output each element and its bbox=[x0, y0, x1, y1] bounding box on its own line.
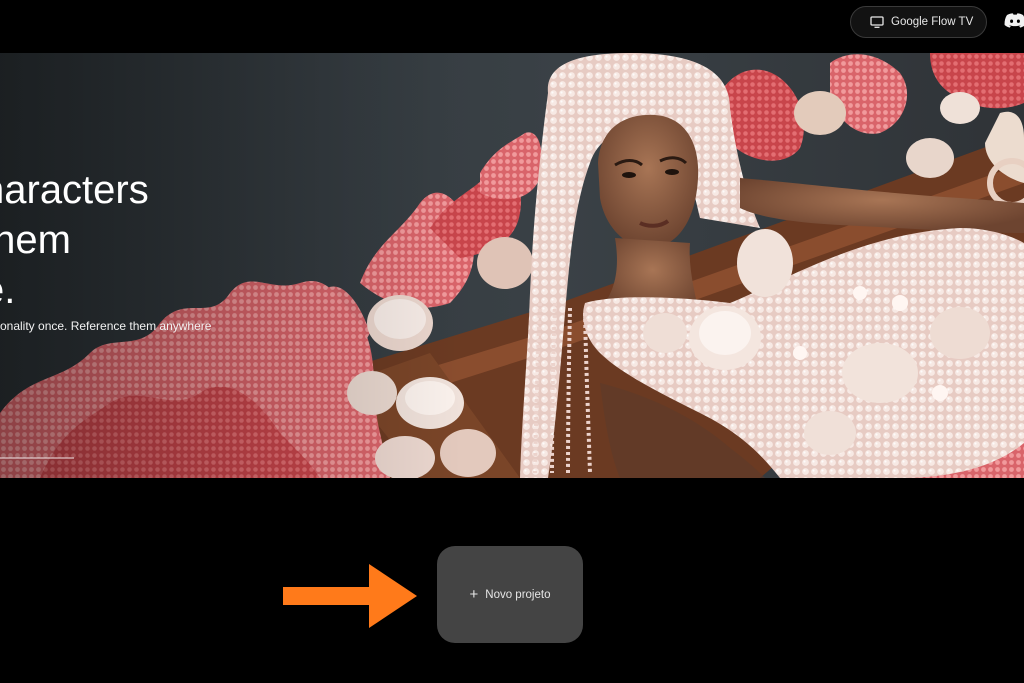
hero-banner[interactable]: haracters them e. rsonality once. Refere… bbox=[0, 53, 1024, 478]
hero-title-line: e. bbox=[0, 268, 16, 312]
carousel-progress-indicator bbox=[0, 457, 74, 459]
plus-icon: + bbox=[469, 586, 479, 603]
google-flow-tv-button[interactable]: Google Flow TV bbox=[850, 6, 987, 38]
hero-image bbox=[0, 53, 1024, 478]
hero-title-line: them bbox=[0, 218, 71, 262]
hero-title: haracters them e. bbox=[0, 165, 149, 315]
hero-title-line: haracters bbox=[0, 168, 149, 212]
new-project-label: Novo projeto bbox=[485, 588, 551, 601]
google-flow-tv-label: Google Flow TV bbox=[891, 16, 974, 28]
discord-icon[interactable] bbox=[1003, 12, 1024, 32]
orange-arrow-icon bbox=[283, 564, 417, 628]
app-root: Google Flow TV aracters hem . rsonality … bbox=[0, 0, 1024, 683]
hero-subtitle: rsonality once. Reference them anywhere bbox=[0, 319, 212, 333]
tv-icon bbox=[870, 15, 884, 29]
new-project-button[interactable]: + Novo projeto bbox=[437, 546, 583, 643]
top-bar: Google Flow TV bbox=[0, 0, 1024, 53]
